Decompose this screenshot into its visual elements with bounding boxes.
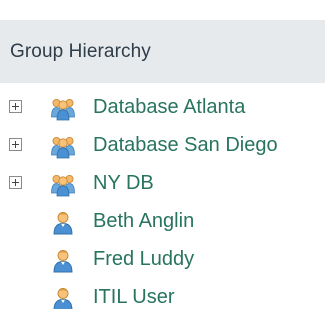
tree-row-user: Beth Anglin [0,202,325,240]
expand-plus-icon[interactable] [9,138,22,151]
tree-node-label[interactable]: Database San Diego [93,132,278,158]
tree-row-group: Database San Diego [0,126,325,164]
group-hierarchy-panel: Group Hierarchy Database Atlanta Databas… [0,0,325,309]
tree-row-user: ITIL User [0,278,325,309]
tree-node-label[interactable]: Beth Anglin [93,208,194,234]
tree-row-group: Database Atlanta [0,88,325,126]
tree-node-label[interactable]: Fred Luddy [93,246,194,272]
group-icon [51,137,75,159]
tree-row-user: Fred Luddy [0,240,325,278]
expand-plus-icon[interactable] [9,100,22,113]
expand-plus-icon[interactable] [9,176,22,189]
user-icon [53,212,73,235]
panel-title: Group Hierarchy [10,40,151,62]
tree-node-label[interactable]: ITIL User [93,284,175,309]
tree-node-label[interactable]: NY DB [93,170,154,196]
user-icon [53,250,73,273]
tree-row-group: NY DB [0,164,325,202]
user-icon [53,288,73,309]
tree-node-label[interactable]: Database Atlanta [93,94,245,120]
group-tree: Database Atlanta Database San Diego NY D… [0,88,325,309]
group-icon [51,99,75,121]
panel-header: Group Hierarchy [0,20,325,83]
group-icon [51,175,75,197]
